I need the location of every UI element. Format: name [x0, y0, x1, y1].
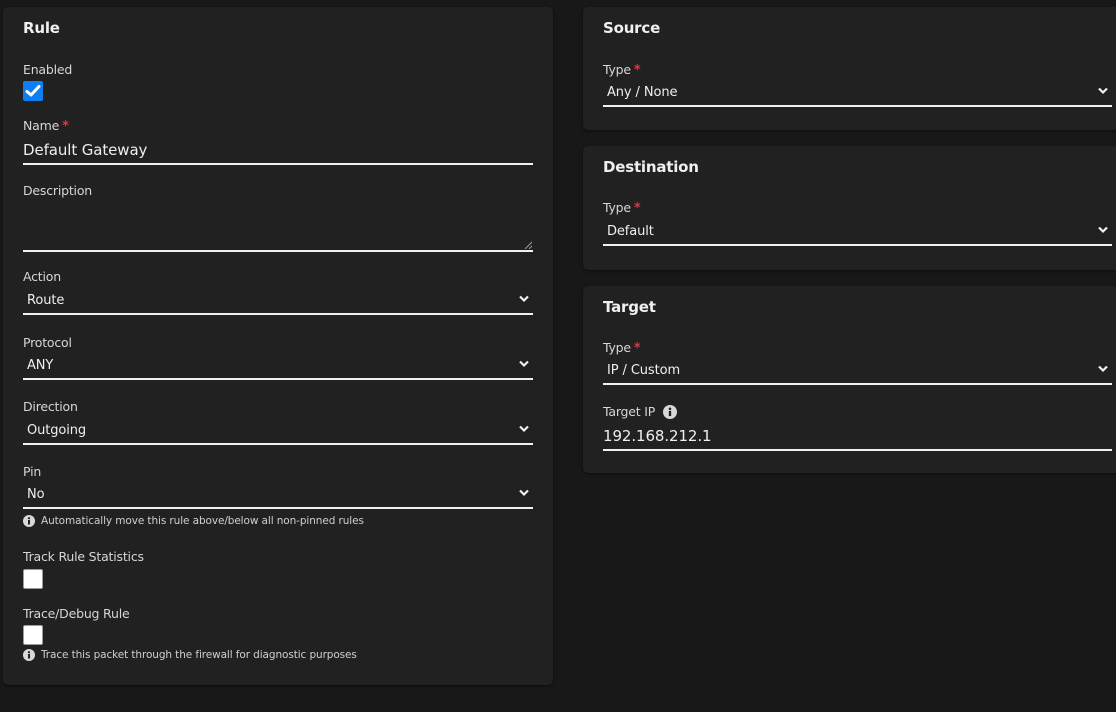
chevron-down-icon — [519, 489, 529, 497]
destination-type-select[interactable]: Default — [603, 218, 1112, 246]
info-icon — [23, 649, 35, 661]
source-card-title: Source — [603, 19, 661, 37]
pin-select[interactable]: No — [23, 481, 533, 509]
source-type-label-text: Type — [603, 62, 631, 77]
direction-label: Direction — [23, 399, 78, 414]
destination-card-title: Destination — [603, 158, 699, 176]
action-select-value: Route — [27, 293, 65, 308]
source-type-label: Type * — [603, 62, 641, 78]
rule-card: Rule Enabled Name * Default Gateway Descr… — [3, 7, 553, 685]
action-label: Action — [23, 269, 61, 284]
target-card: Target Type * IP / Custom Target IP 192.1… — [583, 286, 1116, 473]
target-ip-value: 192.168.212.1 — [603, 427, 712, 445]
pin-help: Automatically move this rule above/below… — [23, 515, 364, 527]
direction-select[interactable]: Outgoing — [23, 417, 533, 445]
required-marker: * — [633, 201, 641, 216]
description-label: Description — [23, 183, 92, 198]
track-stats-label: Track Rule Statistics — [23, 549, 144, 564]
trace-debug-help: Trace this packet through the firewall f… — [23, 649, 357, 661]
protocol-select[interactable]: ANY — [23, 352, 533, 380]
info-icon[interactable] — [663, 404, 678, 419]
name-label-text: Name — [23, 118, 60, 133]
chevron-down-icon — [1098, 365, 1108, 373]
chevron-down-icon — [519, 425, 529, 433]
destination-type-label-text: Type — [603, 200, 631, 215]
target-type-label: Type * — [603, 340, 641, 356]
name-input[interactable]: Default Gateway — [23, 137, 533, 165]
pin-select-value: No — [27, 487, 45, 502]
target-card-title: Target — [603, 298, 656, 316]
target-type-select[interactable]: IP / Custom — [603, 357, 1112, 385]
info-icon — [23, 515, 35, 527]
target-type-value: IP / Custom — [607, 363, 681, 378]
enabled-checkbox[interactable] — [23, 81, 43, 101]
destination-type-value: Default — [607, 224, 654, 239]
direction-select-value: Outgoing — [27, 423, 87, 438]
resize-handle-icon[interactable] — [524, 241, 532, 249]
target-type-label-text: Type — [603, 340, 631, 355]
name-input-value: Default Gateway — [23, 141, 148, 159]
track-stats-checkbox[interactable] — [23, 569, 43, 589]
source-type-value: Any / None — [607, 85, 678, 100]
protocol-select-value: ANY — [27, 358, 54, 373]
trace-debug-checkbox[interactable] — [23, 625, 43, 645]
target-ip-label-text: Target IP — [603, 404, 656, 419]
trace-debug-label: Trace/Debug Rule — [23, 606, 130, 621]
required-marker: * — [633, 341, 641, 356]
action-select[interactable]: Route — [23, 287, 533, 315]
name-label: Name * — [23, 118, 69, 134]
description-textarea[interactable] — [23, 206, 533, 252]
required-marker: * — [62, 119, 69, 134]
protocol-label: Protocol — [23, 335, 72, 350]
destination-type-label: Type * — [603, 200, 641, 216]
target-ip-input[interactable]: 192.168.212.1 — [603, 423, 1112, 451]
destination-card: Destination Type * Default — [583, 146, 1116, 270]
pin-help-text: Automatically move this rule above/below… — [41, 515, 364, 527]
chevron-down-icon — [519, 295, 529, 303]
source-card: Source Type * Any / None — [583, 7, 1116, 130]
pin-label: Pin — [23, 464, 42, 479]
rule-card-title: Rule — [23, 19, 60, 37]
source-type-select[interactable]: Any / None — [603, 79, 1112, 107]
required-marker: * — [633, 63, 641, 78]
checkmark-icon — [25, 85, 41, 97]
trace-debug-help-text: Trace this packet through the firewall f… — [41, 649, 357, 661]
chevron-down-icon — [519, 360, 529, 368]
chevron-down-icon — [1098, 87, 1108, 95]
enabled-label: Enabled — [23, 62, 73, 77]
target-ip-label: Target IP — [603, 404, 678, 419]
chevron-down-icon — [1098, 226, 1108, 234]
